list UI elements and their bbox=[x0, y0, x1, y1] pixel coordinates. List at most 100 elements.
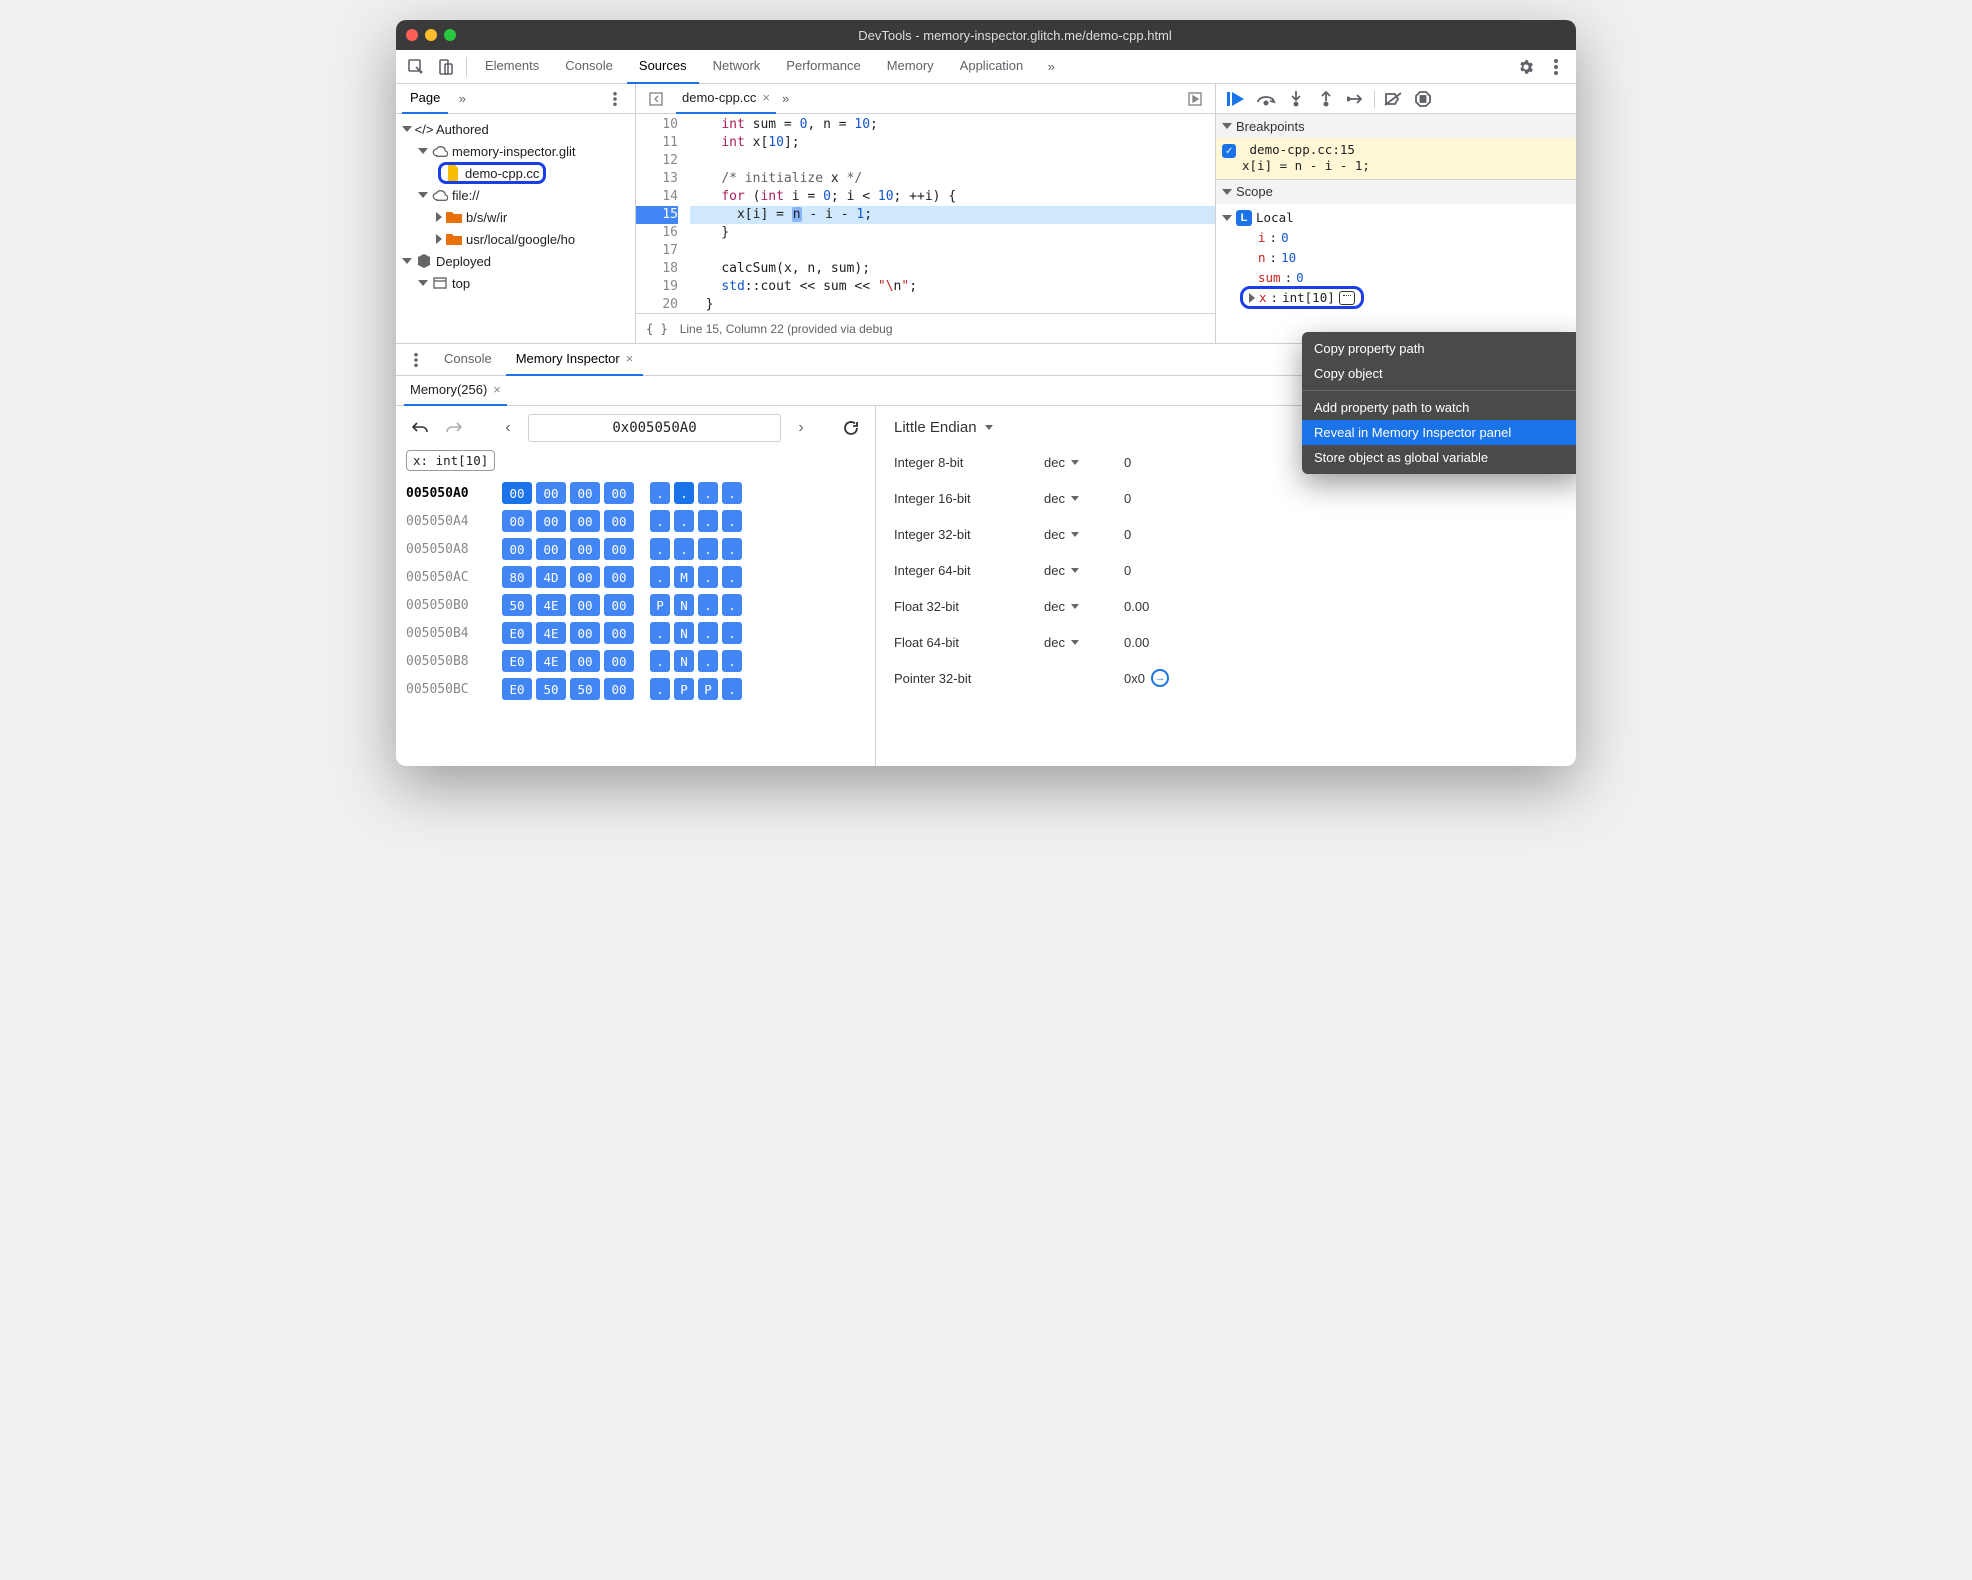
format-select[interactable]: dec bbox=[1044, 491, 1124, 506]
tree-dir1[interactable]: b/s/w/ir bbox=[396, 206, 635, 228]
navigator-kebab-icon[interactable] bbox=[601, 85, 629, 113]
next-page-icon[interactable]: › bbox=[787, 414, 815, 442]
memory-subtab[interactable]: Memory(256) × bbox=[404, 376, 507, 406]
memory-icon[interactable] bbox=[1339, 291, 1355, 305]
tab-memory[interactable]: Memory bbox=[875, 50, 946, 84]
step-out-icon[interactable] bbox=[1314, 87, 1338, 111]
settings-icon[interactable] bbox=[1512, 53, 1540, 81]
device-icon[interactable] bbox=[432, 53, 460, 81]
close-window[interactable] bbox=[406, 29, 418, 41]
scope-var[interactable]: sum: 0 bbox=[1222, 268, 1570, 288]
code-content: int sum = 0, n = 10; int x[10]; /* initi… bbox=[684, 114, 1215, 313]
memory-row[interactable]: 005050B4E04E0000.N.. bbox=[406, 619, 865, 647]
nav-back-icon[interactable] bbox=[642, 85, 670, 113]
cube-icon bbox=[416, 253, 432, 269]
run-snippet-icon[interactable] bbox=[1181, 85, 1209, 113]
context-menu-item[interactable]: Copy object bbox=[1302, 361, 1576, 386]
code-editor[interactable]: 1011121314151617181920 int sum = 0, n = … bbox=[636, 114, 1215, 313]
tab-console[interactable]: Console bbox=[553, 50, 625, 84]
redo-icon[interactable] bbox=[440, 414, 468, 442]
drawer-tab-console[interactable]: Console bbox=[434, 344, 502, 376]
memory-grid[interactable]: 005050A000000000....005050A400000000....… bbox=[406, 479, 865, 703]
scope-var[interactable]: i: 0 bbox=[1222, 228, 1570, 248]
step-over-icon[interactable] bbox=[1254, 87, 1278, 111]
step-icon[interactable] bbox=[1344, 87, 1368, 111]
context-menu-item[interactable]: Copy property path bbox=[1302, 336, 1576, 361]
zoom-window[interactable] bbox=[444, 29, 456, 41]
pretty-print-icon[interactable]: { } bbox=[646, 322, 668, 336]
object-chip[interactable]: x: int[10] bbox=[406, 450, 495, 471]
value-row: Integer 32-bitdec0 bbox=[894, 516, 1558, 552]
jump-to-address-icon[interactable]: → bbox=[1151, 669, 1169, 687]
editor-tab[interactable]: demo-cpp.cc × bbox=[676, 84, 776, 114]
tab-application[interactable]: Application bbox=[948, 50, 1036, 84]
prev-page-icon[interactable]: ‹ bbox=[494, 414, 522, 442]
drawer-tab-memory-inspector[interactable]: Memory Inspector × bbox=[506, 344, 644, 376]
memory-row[interactable]: 005050A800000000.... bbox=[406, 535, 865, 563]
drawer-kebab-icon[interactable] bbox=[402, 346, 430, 374]
breakpoint-checkbox[interactable]: ✓ bbox=[1222, 144, 1236, 158]
navigator-tree[interactable]: </> Authored memory-inspector.glit demo-… bbox=[396, 114, 635, 343]
step-into-icon[interactable] bbox=[1284, 87, 1308, 111]
tree-authored[interactable]: </> Authored bbox=[396, 118, 635, 140]
format-select[interactable]: dec bbox=[1044, 455, 1124, 470]
refresh-icon[interactable] bbox=[837, 414, 865, 442]
context-menu: Copy property pathCopy object Add propert… bbox=[1302, 332, 1576, 474]
kebab-icon[interactable] bbox=[1542, 53, 1570, 81]
close-icon[interactable]: × bbox=[493, 382, 501, 397]
scope-header[interactable]: Scope bbox=[1216, 180, 1576, 204]
window-controls bbox=[406, 29, 456, 41]
scope-local[interactable]: L Local bbox=[1222, 208, 1570, 228]
local-badge-icon: L bbox=[1236, 210, 1252, 226]
close-icon[interactable]: × bbox=[626, 351, 634, 366]
tree-top[interactable]: top bbox=[396, 272, 635, 294]
inspect-icon[interactable] bbox=[402, 53, 430, 81]
address-input[interactable]: 0x005050A0 bbox=[528, 414, 781, 442]
format-select[interactable]: dec bbox=[1044, 635, 1124, 650]
tab-network[interactable]: Network bbox=[701, 50, 773, 84]
tree-deployed[interactable]: Deployed bbox=[396, 250, 635, 272]
navigator-tab-page[interactable]: Page bbox=[402, 84, 448, 114]
memory-viewer: ‹ 0x005050A0 › x: int[10] 005050A0000000… bbox=[396, 406, 876, 766]
deactivate-breakpoints-icon[interactable] bbox=[1381, 87, 1405, 111]
folder-icon bbox=[446, 209, 462, 225]
resume-icon[interactable] bbox=[1224, 87, 1248, 111]
memory-row[interactable]: 005050A000000000.... bbox=[406, 479, 865, 507]
format-select[interactable]: dec bbox=[1044, 563, 1124, 578]
code-icon: </> bbox=[416, 121, 432, 137]
line-gutter: 1011121314151617181920 bbox=[636, 114, 684, 313]
format-select[interactable]: dec bbox=[1044, 599, 1124, 614]
tree-file-demo-cpp[interactable]: demo-cpp.cc bbox=[396, 162, 635, 184]
memory-row[interactable]: 005050BCE0505000.PP. bbox=[406, 675, 865, 703]
more-tabs-icon[interactable]: » bbox=[1037, 53, 1065, 81]
breakpoints-header[interactable]: Breakpoints bbox=[1216, 114, 1576, 138]
scope-var-x[interactable]: x: int[10] bbox=[1222, 288, 1570, 308]
scope-var[interactable]: n: 10 bbox=[1222, 248, 1570, 268]
debugger-pane: Breakpoints ✓ demo-cpp.cc:15 x[i] = n - … bbox=[1216, 84, 1576, 343]
tab-performance[interactable]: Performance bbox=[774, 50, 872, 84]
context-menu-item[interactable]: Add property path to watch bbox=[1302, 395, 1576, 420]
tab-sources[interactable]: Sources bbox=[627, 50, 699, 84]
format-select[interactable]: dec bbox=[1044, 527, 1124, 542]
navigator-more-icon[interactable]: » bbox=[448, 85, 476, 113]
editor-pane: demo-cpp.cc × » 1011121314151617181920 i… bbox=[636, 84, 1216, 343]
tree-file-proto[interactable]: file:// bbox=[396, 184, 635, 206]
editor-more-icon[interactable]: » bbox=[782, 91, 789, 106]
close-icon[interactable]: × bbox=[762, 90, 770, 105]
value-row: Pointer 32-bit0x0→ bbox=[894, 660, 1558, 696]
sources-panel: Page » </> Authored memory-inspector.gli… bbox=[396, 84, 1576, 344]
pause-exceptions-icon[interactable] bbox=[1411, 87, 1435, 111]
memory-row[interactable]: 005050A400000000.... bbox=[406, 507, 865, 535]
context-menu-item[interactable]: Store object as global variable bbox=[1302, 445, 1576, 470]
tab-elements[interactable]: Elements bbox=[473, 50, 551, 84]
file-icon bbox=[445, 165, 461, 181]
minimize-window[interactable] bbox=[425, 29, 437, 41]
memory-row[interactable]: 005050B0504E0000PN.. bbox=[406, 591, 865, 619]
tree-domain[interactable]: memory-inspector.glit bbox=[396, 140, 635, 162]
context-menu-item[interactable]: Reveal in Memory Inspector panel bbox=[1302, 420, 1576, 445]
breakpoint-row[interactable]: ✓ demo-cpp.cc:15 x[i] = n - i - 1; bbox=[1216, 138, 1576, 179]
memory-row[interactable]: 005050B8E04E0000.N.. bbox=[406, 647, 865, 675]
tree-dir2[interactable]: usr/local/google/ho bbox=[396, 228, 635, 250]
undo-icon[interactable] bbox=[406, 414, 434, 442]
memory-row[interactable]: 005050AC804D0000.M.. bbox=[406, 563, 865, 591]
